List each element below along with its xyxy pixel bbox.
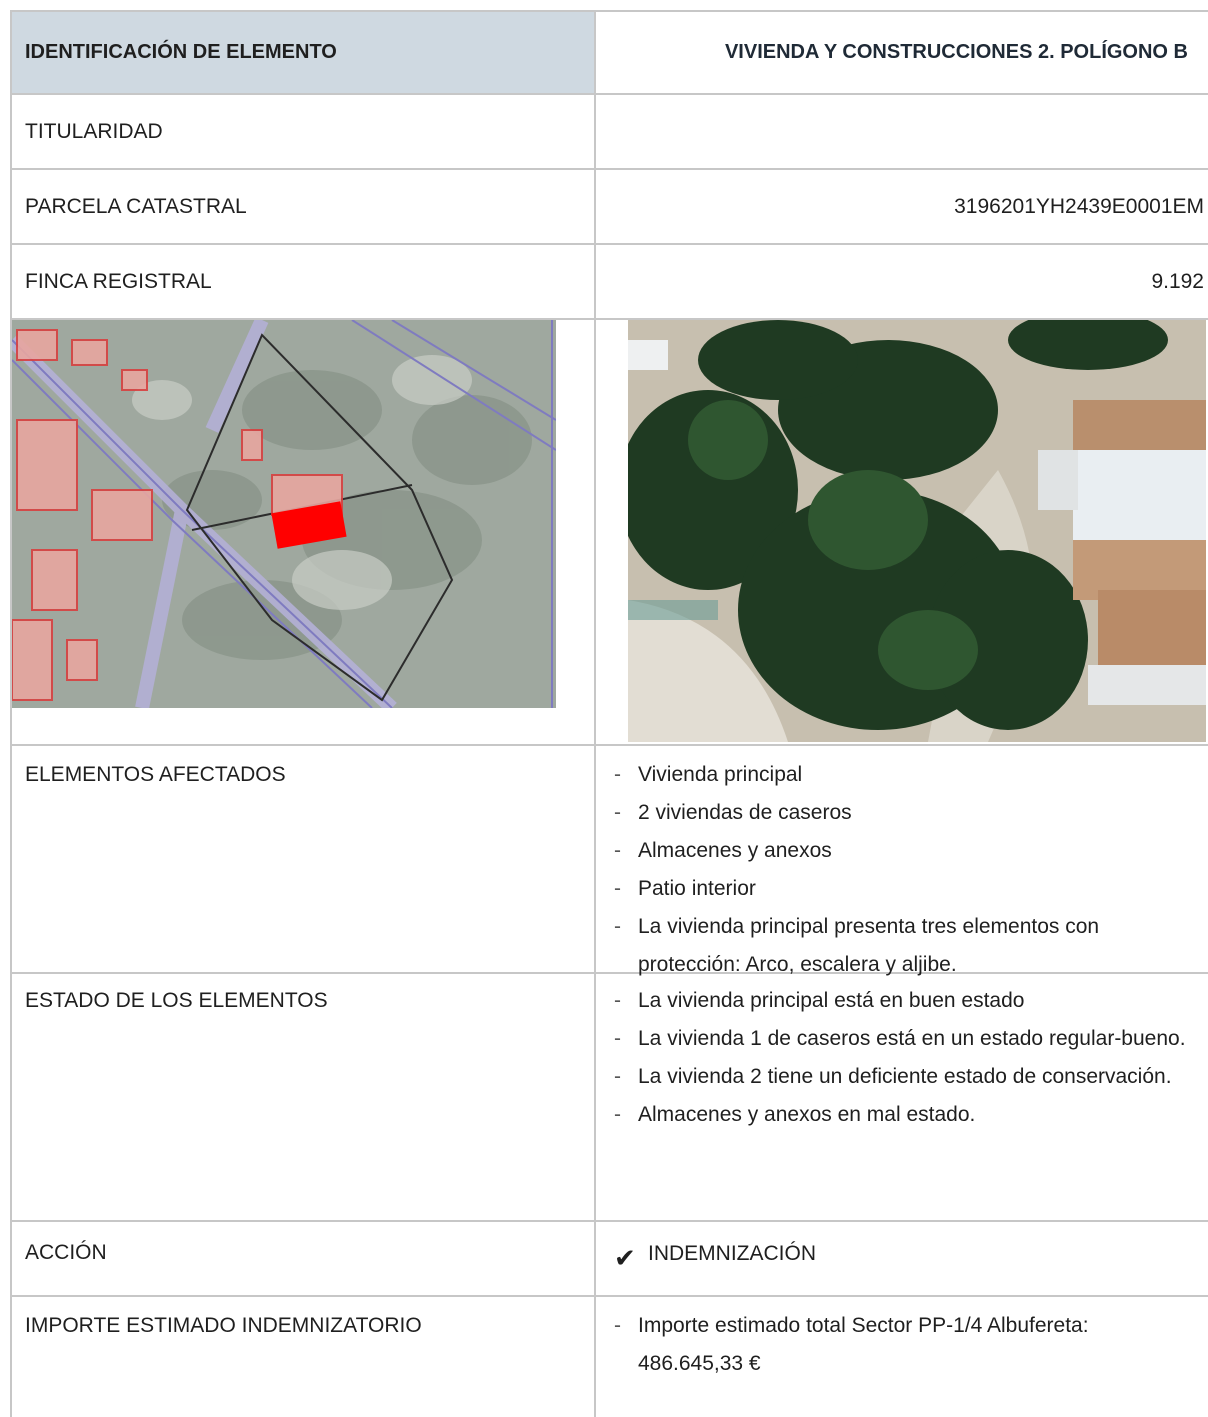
- parcela-row: PARCELA CATASTRAL 3196201YH2439E0001EM: [10, 170, 1208, 245]
- check-icon: ✔: [614, 1243, 636, 1273]
- map-cell: [10, 320, 596, 744]
- list-item: - La vivienda principal presenta tres ele…: [614, 915, 1100, 976]
- aerial-cell: [596, 320, 1208, 744]
- estado-row: ESTADO DE LOS ELEMENTOS - La vivienda pri…: [10, 974, 1208, 1222]
- importe-label: IMPORTE ESTIMADO INDEMNIZATORIO: [10, 1297, 596, 1417]
- list-item: - Patio interior: [614, 877, 756, 900]
- accion-row: ACCIÓN ✔ INDEMNIZACIÓN: [10, 1222, 1208, 1297]
- finca-label: FINCA REGISTRAL: [10, 245, 596, 318]
- parcela-value: 3196201YH2439E0001EM: [954, 194, 1204, 218]
- header-row: IDENTIFICACIÓN DE ELEMENTO VIVIENDA Y CO…: [10, 12, 1208, 95]
- finca-row: FINCA REGISTRAL 9.192: [10, 245, 1208, 320]
- list-item: - La vivienda principal está en buen esta…: [614, 989, 1025, 1012]
- accion-value: INDEMNIZACIÓN: [648, 1242, 816, 1265]
- accion-value-cell: ✔ INDEMNIZACIÓN: [596, 1222, 1208, 1295]
- header-right: VIVIENDA Y CONSTRUCCIONES 2. POLÍGONO B: [724, 41, 1188, 63]
- elementos-list: - Vivienda principal -2 viviendas de case…: [596, 746, 1208, 976]
- list-item: - Importe estimado total Sector PP-1/4 Al…: [614, 1314, 1089, 1375]
- titularidad-value: [596, 95, 1208, 168]
- importe-row: IMPORTE ESTIMADO INDEMNIZATORIO - Importe…: [10, 1297, 1208, 1417]
- list-item: - Almacenes y anexos: [614, 839, 832, 862]
- images-row: [10, 320, 1208, 746]
- cadastral-map-image: [12, 320, 556, 708]
- titularidad-label: TITULARIDAD: [10, 95, 596, 168]
- identification-table: IDENTIFICACIÓN DE ELEMENTO VIVIENDA Y CO…: [10, 10, 1208, 1417]
- list-item: - Vivienda principal: [614, 763, 803, 786]
- list-item: - La vivienda 2 tiene un deficiente estad…: [614, 1065, 1172, 1088]
- titularidad-row: TITULARIDAD: [10, 95, 1208, 170]
- list-item: - La vivienda 1 de caseros está en un est…: [614, 1027, 1186, 1050]
- aerial-photo-image: [628, 320, 1206, 742]
- list-item: - Almacenes y anexos en mal estado.: [614, 1103, 976, 1126]
- accion-label: ACCIÓN: [10, 1222, 596, 1295]
- elementos-row: ELEMENTOS AFECTADOS - Vivienda principal …: [10, 746, 1208, 976]
- elementos-label: ELEMENTOS AFECTADOS: [10, 746, 596, 972]
- finca-value: 9.192: [1151, 269, 1204, 293]
- list-item: -2 viviendas de caseros: [614, 801, 852, 824]
- parcela-label: PARCELA CATASTRAL: [10, 170, 596, 243]
- header-left: IDENTIFICACIÓN DE ELEMENTO: [10, 12, 596, 93]
- estado-list: - La vivienda principal está en buen esta…: [596, 974, 1208, 1220]
- estado-label: ESTADO DE LOS ELEMENTOS: [10, 974, 596, 1220]
- importe-list: - Importe estimado total Sector PP-1/4 Al…: [596, 1297, 1208, 1417]
